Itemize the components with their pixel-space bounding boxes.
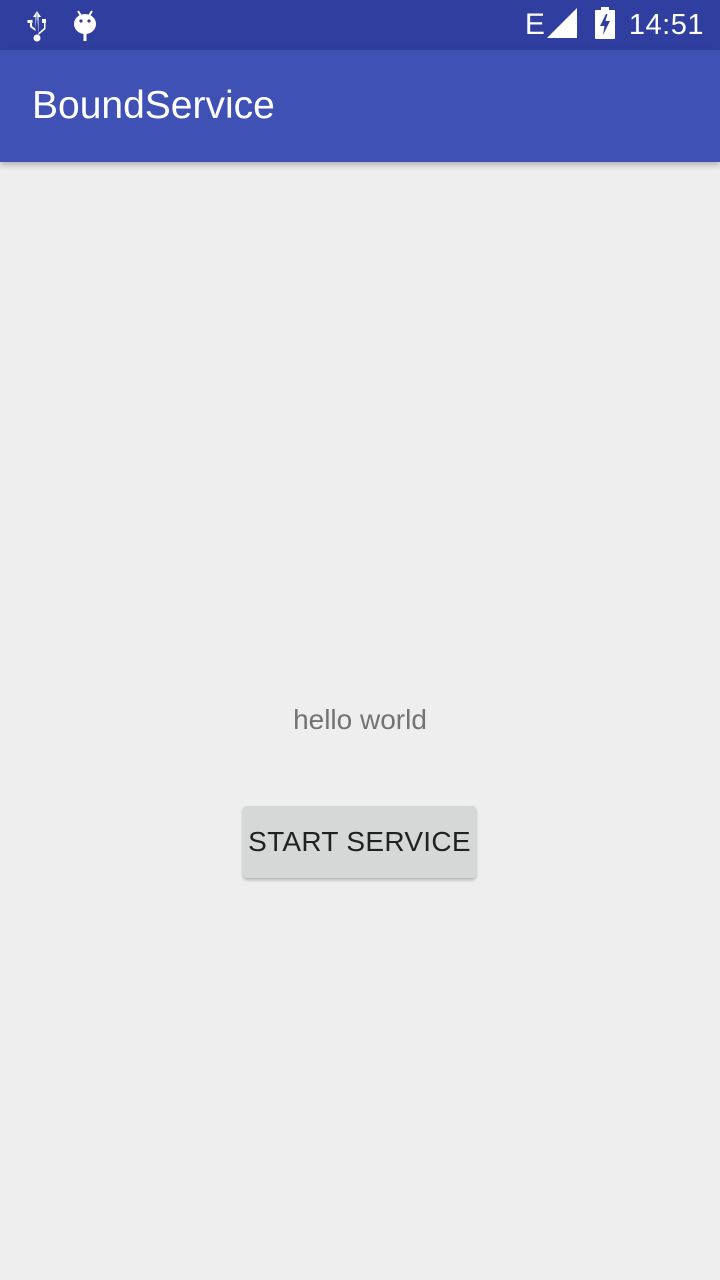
hello-text: hello world xyxy=(293,704,427,735)
usb-icon xyxy=(24,9,50,48)
app-title: BoundService xyxy=(32,84,275,127)
cell-signal-icon xyxy=(546,7,577,43)
battery-charging-icon xyxy=(594,6,615,44)
status-right-icons: E 14:51 xyxy=(525,6,704,44)
app-bar: BoundService xyxy=(0,50,720,162)
status-left-icons xyxy=(24,9,98,48)
network-type-label: E xyxy=(524,8,545,41)
status-bar: E 14:51 xyxy=(0,0,720,50)
screen: E 14:51 BoundService hello world START S… xyxy=(0,0,720,1280)
status-clock: 14:51 xyxy=(628,9,704,41)
start-service-button[interactable]: START SERVICE xyxy=(243,806,476,878)
android-debug-icon xyxy=(72,9,98,48)
main-content: hello world START SERVICE xyxy=(0,162,720,1280)
